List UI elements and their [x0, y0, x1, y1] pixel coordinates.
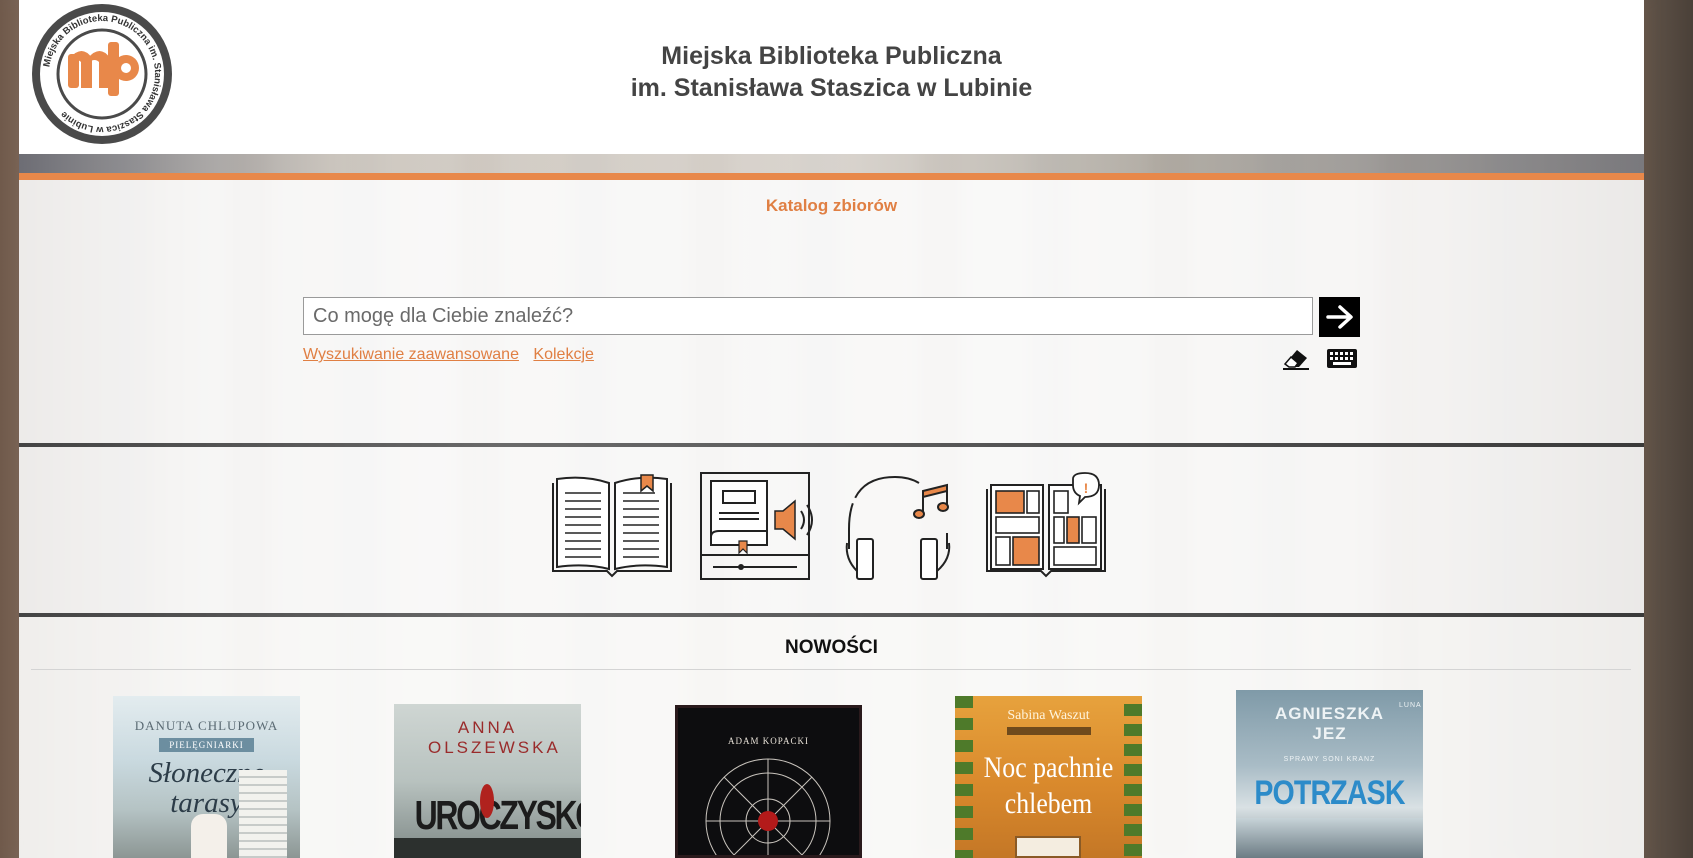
header-photo-strip	[19, 154, 1644, 173]
collections-link[interactable]: Kolekcje	[533, 346, 593, 363]
book-2-forest	[394, 838, 581, 858]
site-header: Miejska Biblioteka Publiczna im. Stanisł…	[19, 0, 1644, 154]
search-links: Wyszukiwanie zaawansowane Kolekcje	[303, 346, 604, 364]
music-headphones-icon[interactable]	[843, 471, 965, 581]
accent-bar	[19, 173, 1644, 180]
book-1-figure	[191, 814, 227, 858]
page-frame: Miejska Biblioteka Publiczna im. Stanisł…	[19, 0, 1644, 858]
book-2-red-leaf	[480, 784, 494, 818]
book-5-publisher: LUNA	[1399, 702, 1422, 709]
book-5-title: POTRZASK	[1254, 774, 1405, 812]
open-book-icon[interactable]	[551, 471, 673, 581]
book-cover-4[interactable]: Sabina Waszut Noc pachnie chlebem	[955, 696, 1142, 858]
audiobook-icon[interactable]	[699, 471, 821, 581]
site-title-line-2: im. Stanisława Staszica w Lubinie	[630, 74, 1033, 102]
book-1-author: DANUTA CHLUPOWA	[134, 718, 279, 733]
book-1-series: PIELĘGNIARKI	[159, 738, 254, 752]
book-1-building	[239, 770, 287, 858]
search-button[interactable]	[1319, 297, 1360, 337]
arrow-right-icon	[1325, 305, 1353, 329]
book-4-author: Sabina Waszut	[1007, 708, 1090, 723]
book-cover-2[interactable]: ANNA OLSZEWSKA UROCZYSKO	[394, 704, 581, 858]
book-cover-5[interactable]: AGNIESZKA JEZ LUNA SPRAWY SONI KRANZ POT…	[1236, 690, 1423, 858]
comics-icon[interactable]: !	[985, 471, 1107, 581]
formats-panel: !	[19, 447, 1644, 613]
book-5-landscape	[1236, 818, 1423, 858]
book-cover-3[interactable]: ADAM KOPACKI	[675, 705, 862, 858]
catalog-title: Katalog zbiorów	[765, 196, 898, 215]
news-panel: NOWOŚCI DANUTA CHLUPOWA PIELĘGNIARKI Sło…	[19, 617, 1644, 858]
book-4-vines-right	[1124, 696, 1142, 858]
site-title: Miejska Biblioteka Publiczna im. Stanisł…	[19, 40, 1644, 104]
book-5-author: AGNIESZKA JEZ	[1274, 704, 1385, 743]
search-input[interactable]	[303, 297, 1313, 335]
news-divider	[31, 669, 1631, 670]
site-title-line-1: Miejska Biblioteka Publiczna	[661, 42, 1002, 70]
book-4-title: Noc pachnie chlebem	[983, 751, 1114, 820]
book-2-author: ANNA OLSZEWSKA	[428, 718, 561, 757]
book-4-series-band	[1007, 727, 1091, 735]
search-panel: Katalog zbiorów Wyszukiwanie zaawansowan…	[19, 180, 1644, 443]
book-4-vines-left	[955, 696, 973, 858]
book-4-window	[1015, 836, 1081, 858]
news-title: NOWOŚCI	[785, 637, 878, 658]
svg-text:!: !	[1084, 480, 1089, 496]
book-3-zodiac-wheel	[705, 758, 831, 855]
book-3-author: ADAM KOPACKI	[728, 736, 809, 746]
book-5-series: SPRAWY SONI KRANZ	[1283, 756, 1376, 763]
keyboard-icon[interactable]	[1325, 344, 1359, 372]
book-cover-1[interactable]: DANUTA CHLUPOWA PIELĘGNIARKI Słoneczne t…	[113, 696, 300, 858]
eraser-icon[interactable]	[1279, 344, 1313, 372]
advanced-search-link[interactable]: Wyszukiwanie zaawansowane	[303, 346, 519, 363]
